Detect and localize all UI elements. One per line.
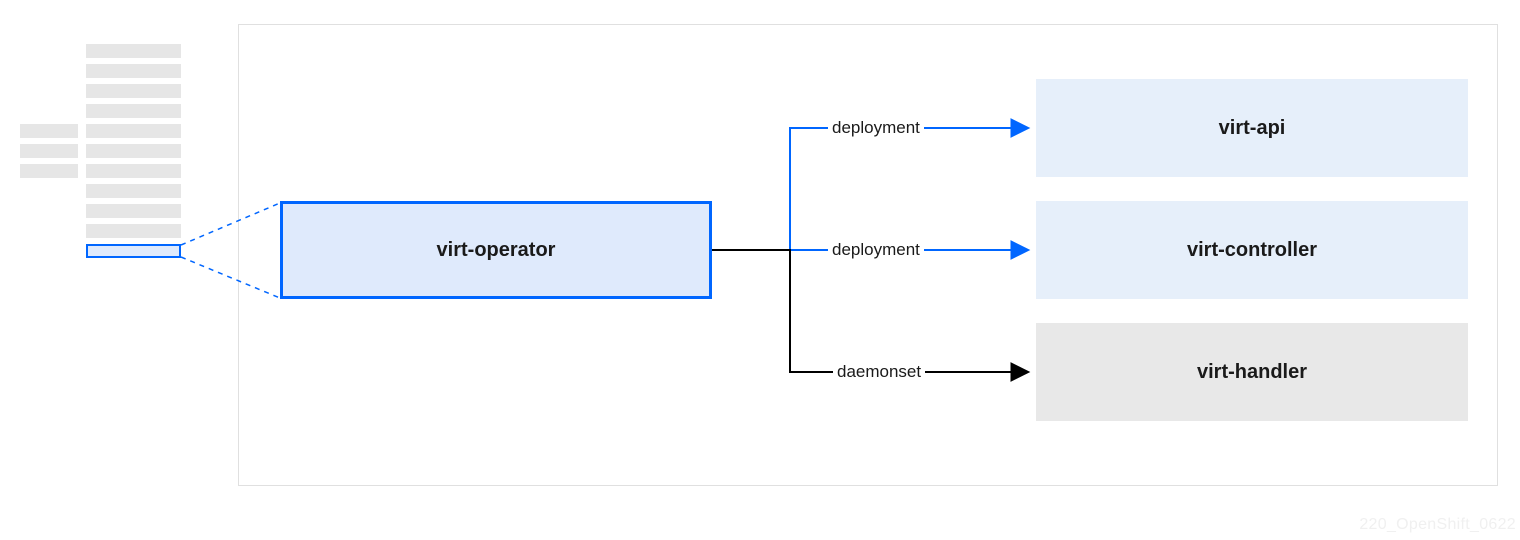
stack-bar: [20, 144, 78, 158]
node-label: virt-api: [1219, 117, 1286, 140]
node-virt-handler: virt-handler: [1036, 323, 1468, 421]
footer-caption: 220_OpenShift_0622: [1359, 516, 1516, 534]
node-virt-controller: virt-controller: [1036, 201, 1468, 299]
stack-bar: [86, 204, 181, 218]
stack-bar: [86, 164, 181, 178]
stack-bar: [20, 124, 78, 138]
stack-bar: [86, 184, 181, 198]
edge-label-daemonset-handler: daemonset: [833, 362, 925, 382]
node-virt-operator: virt-operator: [280, 201, 712, 299]
node-label: virt-operator: [437, 239, 556, 262]
edge-label-deployment-controller: deployment: [828, 240, 924, 260]
edge-label-deployment-api: deployment: [828, 118, 924, 138]
node-virt-api: virt-api: [1036, 79, 1468, 177]
node-label: virt-handler: [1197, 361, 1307, 384]
stack-bar: [86, 104, 181, 118]
stack-bar: [86, 64, 181, 78]
stack-bar: [86, 144, 181, 158]
stack-bar: [86, 124, 181, 138]
stack-bar-highlighted: [86, 244, 181, 258]
stack-bar: [86, 84, 181, 98]
stack-bar: [86, 224, 181, 238]
node-label: virt-controller: [1187, 239, 1317, 262]
stack-column-right: [86, 44, 181, 264]
stack-column-left: [20, 124, 78, 184]
stack-bar: [20, 164, 78, 178]
stack-bar: [86, 44, 181, 58]
